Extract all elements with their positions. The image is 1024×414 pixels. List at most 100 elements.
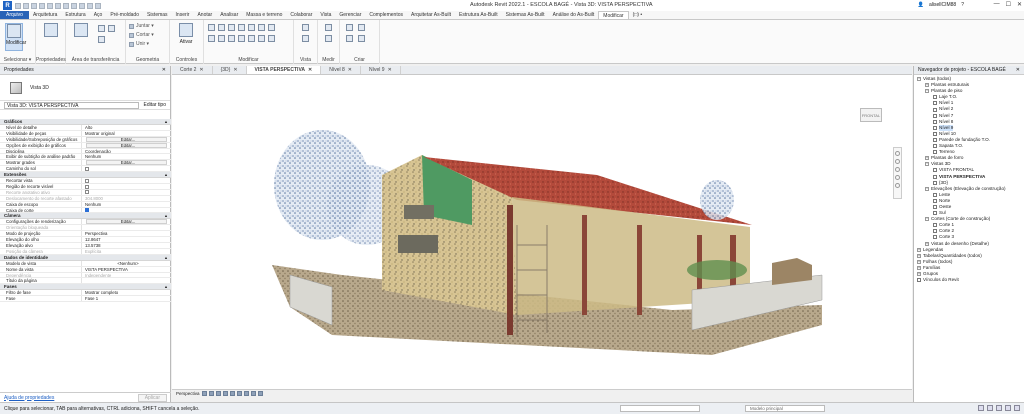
save-icon[interactable]	[23, 2, 29, 9]
properties-section-header[interactable]: Câmera	[0, 213, 171, 220]
reveal-hidden-icon[interactable]	[257, 391, 263, 396]
activate-button[interactable]: Ativar	[177, 23, 195, 51]
offset-icon[interactable]	[218, 24, 225, 31]
apply-button[interactable]: Aplicar	[137, 393, 167, 402]
property-value[interactable]: Nenhum	[82, 202, 171, 207]
property-value[interactable]: Coordenação	[82, 149, 171, 154]
split-icon[interactable]	[248, 24, 255, 31]
close-tab-icon[interactable]: ✕	[348, 66, 352, 75]
copy-element-icon[interactable]	[218, 35, 225, 42]
workset-field[interactable]	[620, 405, 700, 412]
minimize-button[interactable]: —	[994, 1, 1000, 8]
select-underlay-icon[interactable]	[996, 405, 1002, 411]
shadows-icon[interactable]	[222, 391, 228, 396]
text-icon[interactable]	[71, 2, 77, 9]
open-icon[interactable]	[15, 2, 21, 9]
collapse-icon[interactable]: −	[917, 77, 921, 82]
properties-help-link[interactable]: Ajuda de propriedades	[4, 395, 54, 401]
expand-icon[interactable]: +	[917, 272, 921, 277]
property-checkbox[interactable]	[85, 166, 89, 171]
property-value[interactable]: Explícita	[82, 249, 171, 254]
property-value[interactable]	[82, 190, 171, 195]
edit-button[interactable]: Editar...	[86, 160, 167, 166]
crop-icon[interactable]	[243, 391, 249, 396]
ribbon-tab[interactable]: (□) •	[629, 11, 647, 19]
view-instance-dropdown[interactable]: Vista 3D: VISTA PERSPECTIVA	[4, 101, 140, 109]
create-group-icon[interactable]	[346, 24, 353, 31]
lock-view-icon[interactable]	[236, 391, 242, 396]
modify-button[interactable]: Modificar	[5, 23, 26, 51]
close-tab-icon[interactable]: ✕	[199, 66, 203, 75]
ribbon-tab[interactable]: Gerenciar	[335, 11, 365, 19]
ribbon-tab[interactable]: Análise do As-Built	[549, 11, 599, 19]
ribbon-tab[interactable]: Massa e terreno	[242, 11, 286, 19]
collapse-icon[interactable]: −	[925, 162, 929, 167]
properties-section-header[interactable]: Extensões	[0, 172, 171, 179]
select-pinned-icon[interactable]	[1005, 405, 1011, 411]
create-similar-icon[interactable]	[358, 35, 365, 42]
view-tab[interactable]: Nível 8 ✕	[321, 66, 361, 74]
filter-icon[interactable]	[978, 405, 984, 411]
pin-icon[interactable]	[268, 24, 275, 31]
edit-button[interactable]: Editar...	[86, 136, 167, 142]
expand-icon[interactable]: +	[925, 83, 929, 88]
expand-icon[interactable]: +	[925, 241, 929, 246]
trim-icon[interactable]	[238, 35, 245, 42]
visual-style-icon[interactable]	[208, 391, 214, 396]
print-icon[interactable]	[55, 2, 61, 9]
property-value[interactable]: VISTA PERSPECTIVA	[82, 267, 171, 272]
browser-node[interactable]: Vínculos do Revit	[914, 277, 1024, 283]
ribbon-tab[interactable]: Analisar	[216, 11, 242, 19]
temp-hide-icon[interactable]	[250, 391, 256, 396]
property-value[interactable]	[82, 184, 171, 189]
expand-icon[interactable]: +	[917, 253, 921, 258]
ribbon-tab[interactable]: Estrutura	[61, 11, 89, 19]
detail-level-icon[interactable]	[201, 391, 207, 396]
select-dropdown[interactable]: Selecionar ▾	[0, 57, 35, 63]
ribbon-tab[interactable]: Anotar	[193, 11, 216, 19]
scale-icon[interactable]	[258, 35, 265, 42]
section-icon[interactable]	[87, 2, 93, 9]
copy-icon[interactable]	[108, 25, 115, 32]
unite-dropdown[interactable]: Unir ▾	[129, 41, 149, 47]
rotate-icon[interactable]	[228, 35, 235, 42]
look-icon[interactable]	[895, 183, 900, 188]
property-value[interactable]: Mostrar completo	[82, 290, 171, 295]
edit-button[interactable]: Editar...	[86, 219, 167, 225]
edit-type-button[interactable]: Editar tipo	[143, 102, 166, 108]
ribbon-tab[interactable]: Inserir	[172, 11, 194, 19]
measure-tool-icon[interactable]	[325, 24, 332, 31]
expand-icon[interactable]: +	[917, 247, 921, 252]
properties-section-header[interactable]: Fases	[0, 284, 171, 291]
property-value[interactable]: Independente	[82, 273, 171, 278]
edit-button[interactable]: Editar...	[86, 142, 167, 148]
paste-button[interactable]	[72, 23, 90, 51]
property-checkbox[interactable]	[85, 208, 89, 213]
create-parts-icon[interactable]	[346, 35, 353, 42]
select-links-icon[interactable]	[987, 405, 993, 411]
property-value[interactable]: Alto	[82, 125, 171, 130]
drawing-area[interactable]: FRONTAL	[172, 75, 912, 389]
ribbon-tab[interactable]: Complementos	[365, 11, 407, 19]
dimension-icon[interactable]	[325, 35, 332, 42]
property-value[interactable]: 12.8647	[82, 237, 171, 242]
array-icon[interactable]	[248, 35, 255, 42]
properties-section-header[interactable]: Dados de identidade	[0, 254, 171, 261]
ribbon-tab[interactable]: Arquitetar As-Built	[407, 11, 455, 19]
undo-icon[interactable]	[39, 2, 45, 9]
ribbon-tab[interactable]: Estrutura As-Built	[455, 11, 502, 19]
3d-view-icon[interactable]	[79, 2, 85, 9]
render-icon[interactable]	[229, 391, 235, 396]
sync-icon[interactable]	[31, 2, 37, 9]
type-selector[interactable]: Vista 3D	[0, 75, 170, 101]
pan-icon[interactable]	[895, 167, 900, 172]
maximize-button[interactable]: ☐	[1006, 1, 1011, 8]
revit-logo-icon[interactable]: R	[3, 1, 12, 10]
close-tab-icon[interactable]: ✕	[308, 66, 312, 75]
property-checkbox[interactable]	[85, 178, 89, 183]
help-icon[interactable]: ?	[961, 2, 964, 8]
move-icon[interactable]	[208, 35, 215, 42]
expand-icon[interactable]: +	[917, 259, 921, 264]
property-value[interactable]	[82, 166, 171, 171]
expand-icon[interactable]: +	[925, 156, 929, 161]
